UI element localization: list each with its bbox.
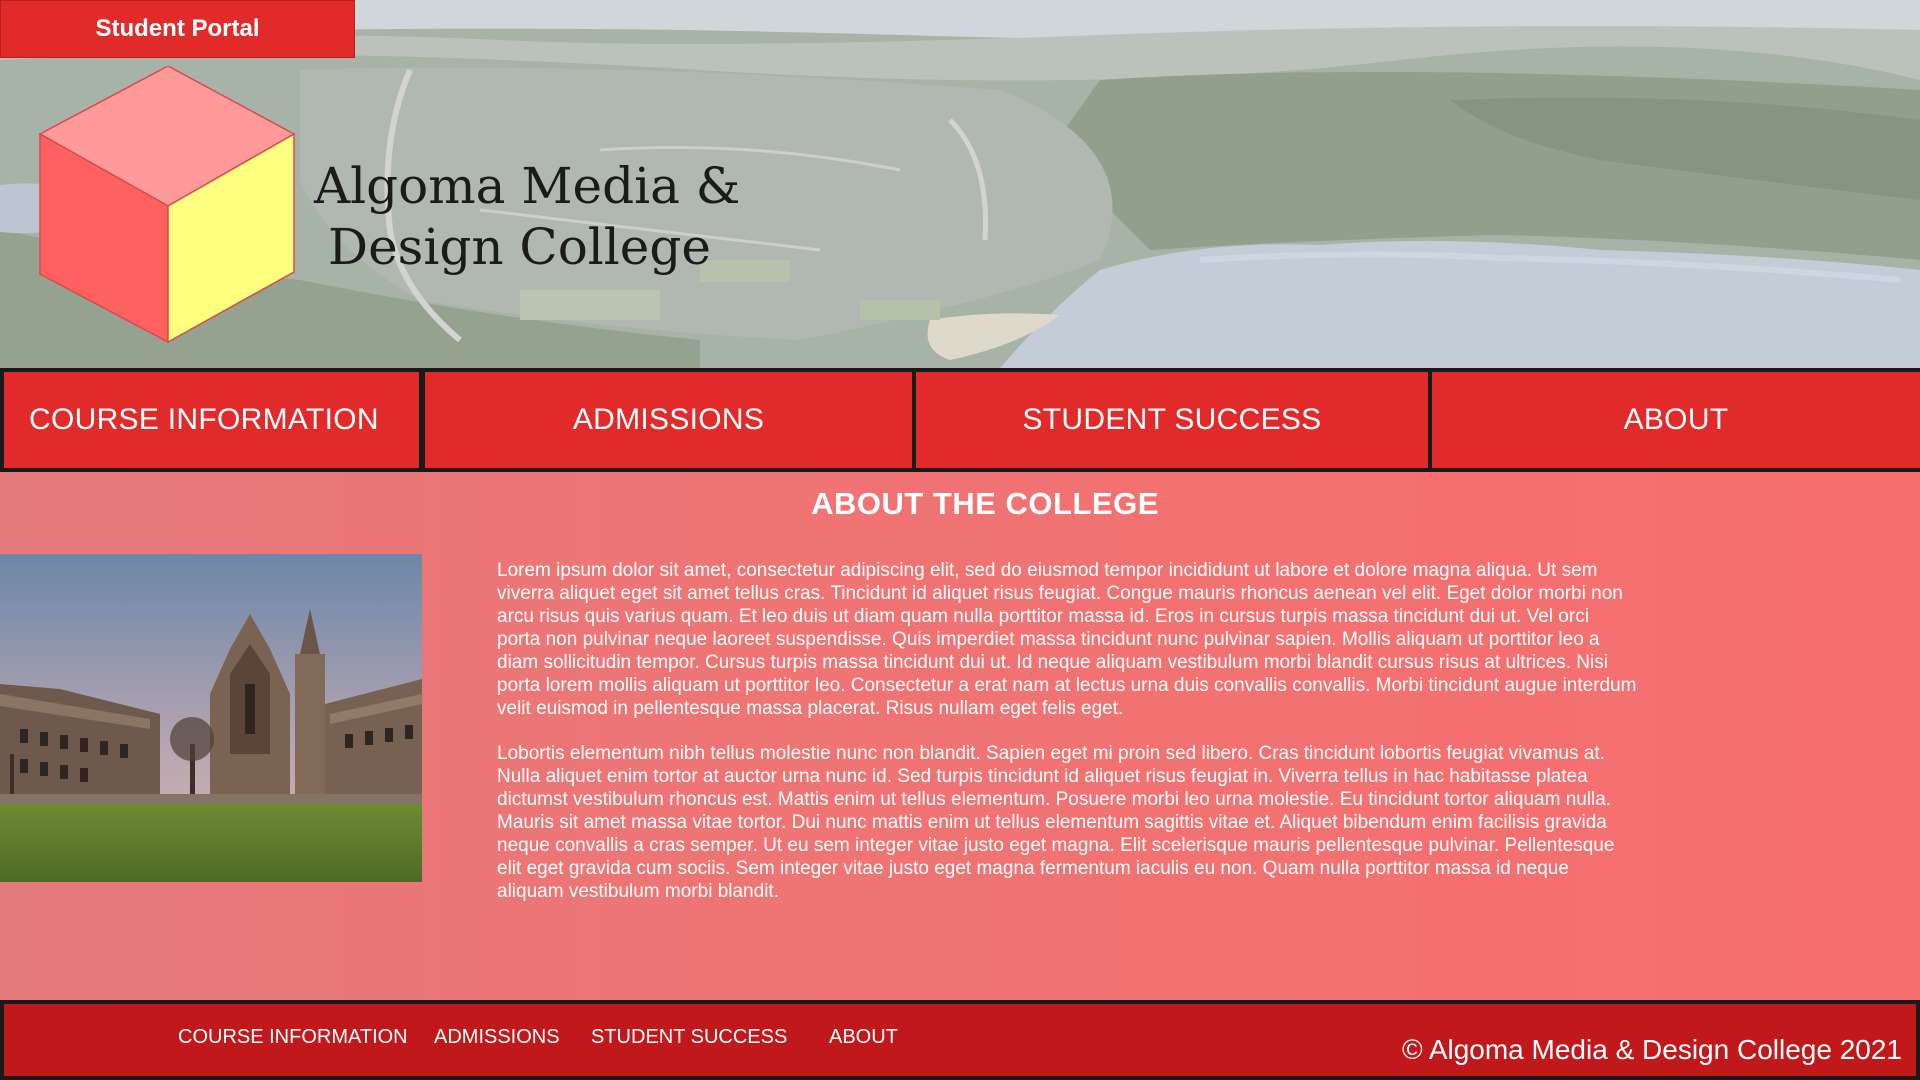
main-nav: COURSE INFORMATION ADMISSIONS STUDENT SU… — [0, 368, 1920, 472]
footer-bar: COURSE INFORMATION ADMISSIONS STUDENT SU… — [4, 1004, 1916, 1076]
footer: COURSE INFORMATION ADMISSIONS STUDENT SU… — [0, 1000, 1920, 1080]
nav-course-information[interactable]: COURSE INFORMATION — [4, 372, 419, 468]
footer-link-student-success[interactable]: STUDENT SUCCESS — [591, 1026, 787, 1049]
logo-line-2: Design College — [328, 218, 711, 276]
nav-admissions[interactable]: ADMISSIONS — [425, 372, 912, 468]
about-body: Lorem ipsum dolor sit amet, consectetur … — [497, 559, 1637, 925]
header-banner: Student Portal Algoma Media & Design Col… — [0, 0, 1920, 368]
copyright-text: © Algoma Media & Design College 2021 — [1401, 1034, 1902, 1065]
logo-line-1: Algoma Media & — [314, 157, 741, 215]
college-logo-cube-icon — [38, 66, 296, 344]
about-paragraph-1: Lorem ipsum dolor sit amet, consectetur … — [497, 560, 1637, 719]
page-title: ABOUT THE COLLEGE — [811, 486, 1159, 521]
nav-about[interactable]: ABOUT — [1432, 372, 1920, 468]
footer-link-admissions[interactable]: ADMISSIONS — [434, 1026, 560, 1049]
college-logo-text: Algoma Media & Design College — [314, 156, 741, 278]
footer-link-about[interactable]: ABOUT — [829, 1026, 898, 1049]
college-building-photo — [0, 554, 422, 882]
nav-student-success[interactable]: STUDENT SUCCESS — [916, 372, 1428, 468]
footer-link-course-information[interactable]: COURSE INFORMATION — [178, 1026, 408, 1049]
student-portal-button[interactable]: Student Portal — [0, 0, 355, 58]
about-section: ABOUT THE COLLEGE Lorem ipsum dolor sit … — [0, 472, 1920, 1000]
about-paragraph-2: Lobortis elementum nibh tellus molestie … — [497, 743, 1615, 902]
